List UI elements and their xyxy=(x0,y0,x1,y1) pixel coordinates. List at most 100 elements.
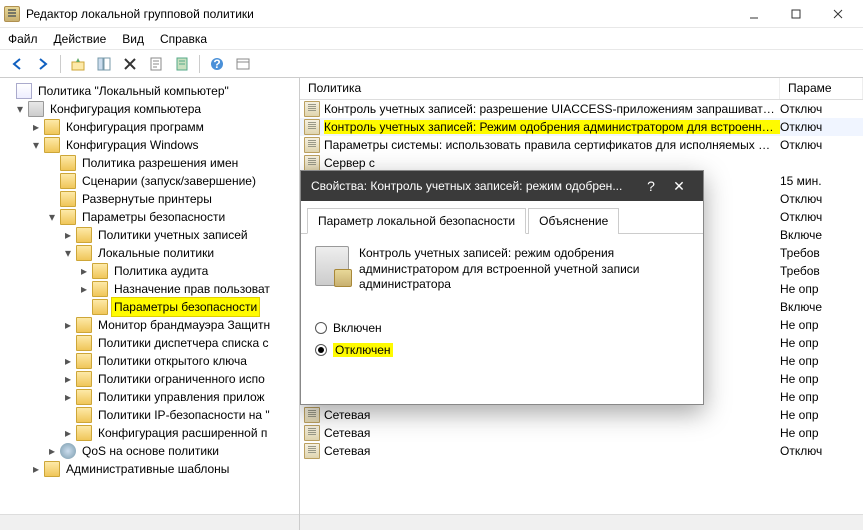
menu-action[interactable]: Действие xyxy=(54,32,107,46)
policy-icon xyxy=(315,246,349,286)
export-button[interactable] xyxy=(145,53,167,75)
policy-value: Отключ xyxy=(780,210,863,224)
menu-view[interactable]: Вид xyxy=(122,32,144,46)
expand-icon[interactable]: ▸ xyxy=(62,319,74,331)
app-icon xyxy=(4,6,20,22)
help-button[interactable]: ? xyxy=(206,53,228,75)
expand-icon[interactable]: ▸ xyxy=(62,391,74,403)
policy-row[interactable]: Параметры системы: использовать правила … xyxy=(300,136,863,154)
menu-file[interactable]: Файл xyxy=(8,32,38,46)
policy-name: Контроль учетных записей: Режим одобрени… xyxy=(324,120,780,134)
expand-icon[interactable]: ▸ xyxy=(62,355,74,367)
expand-icon[interactable]: ▾ xyxy=(14,103,26,115)
menu-help[interactable]: Справка xyxy=(160,32,207,46)
policy-row[interactable]: Контроль учетных записей: Режим одобрени… xyxy=(300,118,863,136)
tree-rights[interactable]: Назначение прав пользоват xyxy=(112,280,272,298)
horizontal-scrollbar[interactable] xyxy=(300,514,863,530)
minimize-button[interactable] xyxy=(739,4,769,24)
policy-name: Сервер с xyxy=(324,156,780,170)
option-enabled[interactable]: Включен xyxy=(315,321,689,335)
folder-icon xyxy=(60,191,76,207)
properties-dialog: Свойства: Контроль учетных записей: режи… xyxy=(300,170,704,405)
up-button[interactable] xyxy=(67,53,89,75)
close-button[interactable] xyxy=(823,4,853,24)
tree-admin-templates[interactable]: Административные шаблоны xyxy=(64,460,231,478)
radio-icon[interactable] xyxy=(315,322,327,334)
horizontal-scrollbar[interactable] xyxy=(0,514,299,530)
show-hide-tree-button[interactable] xyxy=(93,53,115,75)
computer-icon xyxy=(28,101,44,117)
expand-icon[interactable]: ▸ xyxy=(30,121,42,133)
dialog-close-button[interactable]: ✕ xyxy=(665,178,693,195)
policy-row[interactable]: СетеваяНе опр xyxy=(300,424,863,442)
tree-app-control[interactable]: Политики управления прилож xyxy=(96,388,267,406)
delete-button[interactable] xyxy=(119,53,141,75)
tree-qos[interactable]: QoS на основе политики xyxy=(80,442,221,460)
folder-icon xyxy=(76,227,92,243)
dialog-help-button[interactable]: ? xyxy=(637,178,665,194)
dialog-title: Свойства: Контроль учетных записей: режи… xyxy=(311,179,637,193)
col-policy[interactable]: Политика xyxy=(300,78,780,99)
expand-icon[interactable]: ▸ xyxy=(78,283,90,295)
expand-icon[interactable]: ▸ xyxy=(62,229,74,241)
tree-scripts[interactable]: Сценарии (запуск/завершение) xyxy=(80,172,258,190)
tree-comp-config[interactable]: Конфигурация компьютера xyxy=(48,100,203,118)
policy-value: Не опр xyxy=(780,318,863,332)
col-parameter[interactable]: Параме xyxy=(780,78,863,99)
expand-icon[interactable]: ▸ xyxy=(30,463,42,475)
policy-row[interactable]: СетеваяНе опр xyxy=(300,406,863,424)
expand-icon[interactable]: ▸ xyxy=(62,427,74,439)
expand-icon[interactable]: ▸ xyxy=(78,265,90,277)
tab-local-security[interactable]: Параметр локальной безопасности xyxy=(307,208,526,234)
policy-tree[interactable]: ▸ Политика "Локальный компьютер" ▾ Конфигу… xyxy=(0,78,299,514)
dialog-title-bar[interactable]: Свойства: Контроль учетных записей: режи… xyxy=(301,171,703,201)
tree-local-pol[interactable]: Локальные политики xyxy=(96,244,216,262)
window-controls xyxy=(739,4,859,24)
policy-root-icon xyxy=(16,83,32,99)
tree-ext-audit[interactable]: Конфигурация расширенной п xyxy=(96,424,269,442)
tree-netlist[interactable]: Политики диспетчера списка с xyxy=(96,334,271,352)
nav-back-button[interactable] xyxy=(6,53,28,75)
folder-icon xyxy=(76,389,92,405)
policy-value: Требов xyxy=(780,264,863,278)
properties-button[interactable] xyxy=(171,53,193,75)
tree-firewall[interactable]: Монитор брандмауэра Защитн xyxy=(96,316,272,334)
tab-explanation[interactable]: Объяснение xyxy=(528,208,619,234)
tree-prog-config[interactable]: Конфигурация программ xyxy=(64,118,206,136)
folder-icon xyxy=(76,335,92,351)
maximize-button[interactable] xyxy=(781,4,811,24)
list-header: Политика Параме xyxy=(300,78,863,100)
tree-audit[interactable]: Политика аудита xyxy=(112,262,210,280)
policy-list-pane: Политика Параме Контроль учетных записей… xyxy=(300,78,863,530)
expand-icon[interactable]: ▾ xyxy=(46,211,58,223)
tree-name-policy[interactable]: Политика разрешения имен xyxy=(80,154,240,172)
folder-icon xyxy=(60,173,76,189)
tree-account-pol[interactable]: Политики учетных записей xyxy=(96,226,250,244)
tree-pubkey[interactable]: Политики открытого ключа xyxy=(96,352,249,370)
radio-icon[interactable] xyxy=(315,344,327,356)
menu-bar: Файл Действие Вид Справка xyxy=(0,28,863,50)
tree-software-restrict[interactable]: Политики ограниченного испо xyxy=(96,370,267,388)
tree-security[interactable]: Параметры безопасности xyxy=(80,208,227,226)
policy-row[interactable]: Контроль учетных записей: разрешение UIA… xyxy=(300,100,863,118)
option-disabled[interactable]: Отключен xyxy=(315,343,689,357)
policy-value: Отключ xyxy=(780,120,863,134)
tree-sec-params[interactable]: Параметры безопасности xyxy=(112,298,259,316)
policy-value: Отключ xyxy=(780,444,863,458)
nav-forward-button[interactable] xyxy=(32,53,54,75)
policy-row[interactable]: СетеваяОтключ xyxy=(300,442,863,460)
folder-icon xyxy=(44,137,60,153)
folder-icon xyxy=(44,119,60,135)
expand-icon[interactable]: ▾ xyxy=(62,247,74,259)
policy-name: Сетевая xyxy=(324,444,780,458)
filter-button[interactable] xyxy=(232,53,254,75)
tree-root[interactable]: Политика "Локальный компьютер" xyxy=(36,82,231,100)
policy-value: Не опр xyxy=(780,390,863,404)
tree-ipsec[interactable]: Политики IP-безопасности на " xyxy=(96,406,272,424)
folder-icon xyxy=(44,461,60,477)
tree-win-config[interactable]: Конфигурация Windows xyxy=(64,136,201,154)
expand-icon[interactable]: ▸ xyxy=(46,445,58,457)
tree-printers[interactable]: Развернутые принтеры xyxy=(80,190,214,208)
expand-icon[interactable]: ▾ xyxy=(30,139,42,151)
expand-icon[interactable]: ▸ xyxy=(62,373,74,385)
